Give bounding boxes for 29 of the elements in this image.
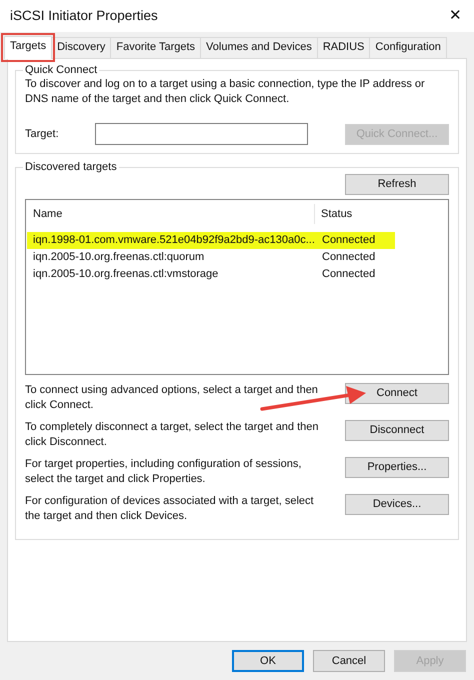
- tab[interactable]: Configuration: [369, 37, 447, 58]
- table-cell-text: iqn.2005-10.org.freenas.ctl:vmstorage: [32, 267, 220, 282]
- table-cell-text: Connected: [321, 267, 376, 282]
- column-header[interactable]: Status: [315, 206, 352, 222]
- column-header[interactable]: Name: [27, 204, 315, 224]
- table-cell-text: iqn.2005-10.org.freenas.ctl:quorum: [32, 250, 206, 266]
- table-cell: iqn.1998-01.com.vmware.521e04b92f9a2bd9-ac130a0c...: [27, 232, 315, 249]
- group-title: Quick Connect: [24, 63, 98, 77]
- field-label: Target:: [25, 126, 59, 142]
- action-button[interactable]: Connect: [345, 383, 449, 404]
- group-title: Discovered targets: [24, 160, 118, 174]
- action-button[interactable]: Disconnect: [345, 420, 449, 441]
- description-text: To completely disconnect a target, select the target and then click Disconnect.: [25, 420, 320, 450]
- description-text: For configuration of devices associated with a target, select the target and then click Devices.: [25, 494, 315, 524]
- target-field[interactable]: [95, 123, 308, 145]
- action-button[interactable]: Devices...: [345, 494, 449, 515]
- dialog-button[interactable]: OK: [232, 650, 304, 672]
- dialog-button[interactable]: Cancel: [313, 650, 385, 672]
- target-list[interactable]: Name Status iqn.1998-01.com.vmware.521e04b92f9a2bd9-ac130a0c... Connected iqn.2005-10.org.freenas.ctl:quorum Connected iqn.2005-10.org.freenas.ctl:vmstorage Connected: [25, 199, 449, 375]
- close-button[interactable]: ✕: [449, 4, 462, 28]
- description-text: To discover and log on to a target using a basic connection, type the IP address or DNS name of the target and then click Quick Connect.: [25, 77, 426, 107]
- description-text: To connect using advanced options, select a target and then click Connect.: [25, 383, 319, 413]
- description-text: For target properties, including configuration of sessions, select the target and click Properties.: [25, 457, 302, 487]
- action-button[interactable]: Properties...: [345, 457, 449, 478]
- table-cell-text: Connected: [321, 250, 376, 266]
- tab[interactable]: Targets: [4, 36, 52, 59]
- window-title: iSCSI Initiator Properties: [10, 6, 158, 25]
- refresh-button[interactable]: Refresh: [345, 174, 449, 195]
- table-cell: Connected: [315, 232, 396, 249]
